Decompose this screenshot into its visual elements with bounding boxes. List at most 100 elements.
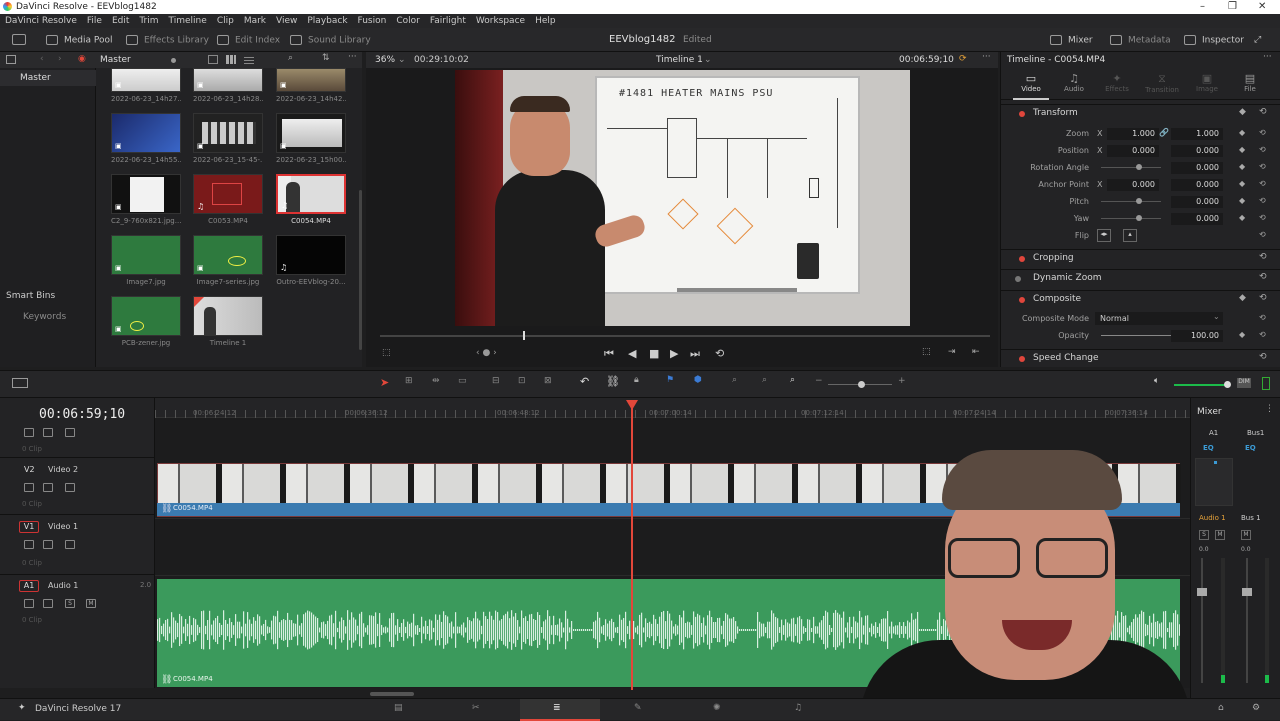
- zoom-detail-icon[interactable]: ⌕: [762, 375, 767, 385]
- position-y-field[interactable]: 0.000: [1171, 145, 1223, 157]
- panel-toggle-icon[interactable]: [12, 34, 26, 45]
- snapping-icon[interactable]: ↶: [580, 375, 589, 388]
- zoom-y-field[interactable]: 1.000: [1171, 128, 1223, 140]
- section-composite[interactable]: Composite ◆ ⟲: [1001, 290, 1280, 308]
- linked-selection-icon[interactable]: ⛓: [606, 375, 620, 388]
- lock-icon[interactable]: [24, 540, 34, 549]
- mixer-button[interactable]: Mixer: [1050, 35, 1093, 46]
- nav-forward-icon[interactable]: ›: [58, 54, 62, 64]
- rotation-field[interactable]: 0.000: [1171, 162, 1223, 174]
- menu-trim[interactable]: Trim: [134, 14, 163, 26]
- zoom-x-field[interactable]: 1.000: [1107, 128, 1159, 140]
- flag-icon[interactable]: ⚑: [666, 375, 674, 385]
- panner-widget[interactable]: [1195, 458, 1233, 506]
- sync-icon[interactable]: ⟳: [959, 54, 967, 64]
- thumbnail-view-icon[interactable]: [226, 55, 236, 64]
- overwrite-clip-icon[interactable]: ⊡: [518, 376, 526, 386]
- sidebar-icon[interactable]: [6, 55, 16, 64]
- fairlight-page-icon[interactable]: ♫: [794, 703, 802, 713]
- menu-timeline[interactable]: Timeline: [164, 14, 212, 26]
- timeline-timecode[interactable]: 00:06:59;10: [39, 407, 125, 422]
- anchor-y-field[interactable]: 0.000: [1171, 179, 1223, 191]
- track-enable-icon[interactable]: [65, 483, 75, 492]
- fader-a1[interactable]: [1197, 588, 1207, 596]
- opacity-slider[interactable]: [1101, 335, 1181, 336]
- rotation-slider[interactable]: [1101, 167, 1161, 168]
- more-options-icon[interactable]: ···: [348, 52, 357, 62]
- viewer-scrubber-handle[interactable]: [523, 331, 525, 340]
- next-edit-icon[interactable]: ⇥: [948, 347, 956, 357]
- tab-file[interactable]: ▤ File: [1232, 72, 1268, 100]
- jog-icon[interactable]: ‹ ● ›: [476, 348, 497, 358]
- menu-mark[interactable]: Mark: [239, 14, 271, 26]
- home-icon[interactable]: ⌂: [1218, 703, 1224, 713]
- eq-button-bus1[interactable]: EQ: [1245, 444, 1256, 452]
- prev-edit-icon[interactable]: ⇤: [972, 347, 980, 357]
- speaker-icon[interactable]: 🔈︎: [1154, 376, 1159, 386]
- menu-playback[interactable]: Playback: [302, 14, 352, 26]
- inspector-button[interactable]: Inspector: [1184, 35, 1244, 46]
- menu-edit[interactable]: Edit: [107, 14, 134, 26]
- pitch-slider-handle[interactable]: [1136, 198, 1142, 204]
- marker-icon[interactable]: ⬢: [694, 375, 702, 385]
- clip-item[interactable]: ▣ 2022-06-23_14h42...: [276, 68, 346, 103]
- meter-icon[interactable]: [1262, 377, 1270, 390]
- close-icon[interactable]: ✕: [1258, 1, 1266, 12]
- playhead[interactable]: [631, 400, 633, 690]
- clip-item[interactable]: ♫ Outro-EEVblog-20...: [276, 235, 346, 286]
- section-speed-change[interactable]: Speed Change ⟲: [1001, 349, 1280, 367]
- zoom-out-icon[interactable]: −: [815, 376, 823, 386]
- solo-button[interactable]: S: [1199, 530, 1209, 540]
- eq-button-a1[interactable]: EQ: [1203, 444, 1214, 452]
- clip-item[interactable]: ▣ Image7-series.jpg: [193, 235, 263, 286]
- viewer-options-icon[interactable]: ⬚: [382, 348, 391, 358]
- playhead-handle[interactable]: [626, 400, 638, 410]
- menu-davinci[interactable]: DaVinci Resolve: [0, 14, 82, 26]
- auto-select-icon[interactable]: [43, 483, 53, 492]
- viewer-zoom[interactable]: 36%: [375, 55, 395, 65]
- viewer-timeline-name[interactable]: Timeline 1: [656, 55, 703, 65]
- edit-page-tab[interactable]: ≣: [520, 699, 600, 721]
- track-header-v2[interactable]: V2 Video 2 0 Clip: [0, 460, 155, 515]
- pitch-slider[interactable]: [1101, 201, 1161, 202]
- master-volume-slider[interactable]: [1174, 384, 1228, 386]
- lock-icon[interactable]: [24, 599, 34, 608]
- media-page-icon[interactable]: ▤: [394, 703, 403, 713]
- clip-item[interactable]: Timeline 1: [193, 296, 263, 347]
- mute-icon[interactable]: M: [86, 599, 96, 608]
- media-pool-button[interactable]: Media Pool: [46, 35, 113, 46]
- menu-workspace[interactable]: Workspace: [471, 14, 530, 26]
- trim-tool-icon[interactable]: ⊞: [405, 376, 413, 386]
- mute-button-bus[interactable]: M: [1241, 530, 1251, 540]
- tab-transition[interactable]: ⧖ Transition: [1142, 72, 1182, 100]
- chevron-down-icon[interactable]: ⌄: [704, 55, 712, 65]
- more-options-icon[interactable]: ⋮: [1265, 404, 1274, 414]
- stop-icon[interactable]: ■: [649, 347, 659, 360]
- clip-item[interactable]: ▣ 2022-06-23_14h27...: [111, 68, 181, 103]
- anchor-x-field[interactable]: 0.000: [1107, 179, 1159, 191]
- menu-color[interactable]: Color: [391, 14, 425, 26]
- match-frame-icon[interactable]: ⬚: [922, 347, 931, 357]
- tab-effects[interactable]: ✦ Effects: [1099, 72, 1135, 100]
- replace-clip-icon[interactable]: ⊠: [544, 376, 552, 386]
- go-to-end-icon[interactable]: ⏭: [690, 347, 700, 361]
- link-icon[interactable]: 🔗: [1159, 128, 1169, 137]
- clip-item[interactable]: ▣ 2022-06-23_14h55...: [111, 113, 181, 164]
- timeline-zoom-handle[interactable]: [858, 381, 865, 388]
- dim-button[interactable]: DIM: [1237, 378, 1251, 388]
- viewer-scrubber[interactable]: [380, 335, 990, 337]
- search-icon[interactable]: ⌕: [288, 53, 293, 63]
- clip-item[interactable]: ▣ PCB-zener.jpg: [111, 296, 181, 347]
- opacity-field[interactable]: 100.00: [1171, 330, 1223, 342]
- dynamic-trim-icon[interactable]: ⇹: [432, 376, 440, 386]
- yaw-slider[interactable]: [1101, 218, 1161, 219]
- solo-icon[interactable]: S: [65, 599, 75, 608]
- auto-select-icon[interactable]: [43, 428, 53, 437]
- tab-audio[interactable]: ♫ Audio: [1056, 72, 1092, 100]
- menu-help[interactable]: Help: [530, 14, 561, 26]
- auto-select-icon[interactable]: [43, 599, 53, 608]
- track-header-a1[interactable]: A1 Audio 1 2.0 S M 0 Clip: [0, 577, 155, 687]
- zoom-in-icon[interactable]: +: [898, 376, 906, 386]
- menu-clip[interactable]: Clip: [212, 14, 239, 26]
- menu-fairlight[interactable]: Fairlight: [425, 14, 471, 26]
